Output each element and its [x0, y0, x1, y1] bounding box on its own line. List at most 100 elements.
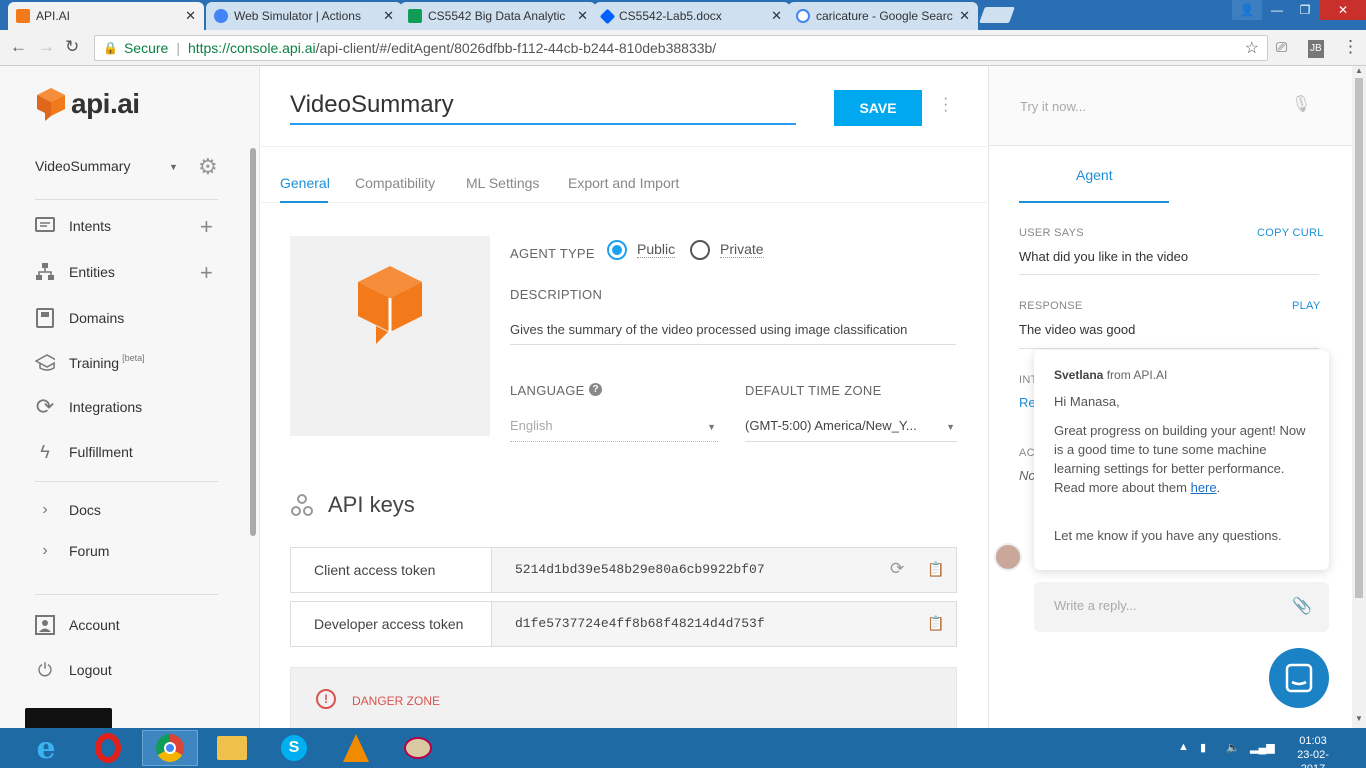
help-icon[interactable]: ? — [589, 383, 602, 396]
clock-time: 01:03 — [1299, 735, 1327, 747]
microphone-icon[interactable]: 🎙 — [1291, 94, 1311, 114]
chrome-icon[interactable] — [142, 730, 198, 766]
sidebar-scrollbar[interactable] — [250, 148, 256, 536]
tab-export-import[interactable]: Export and Import — [568, 175, 679, 191]
timezone-label: DEFAULT TIME ZONE — [745, 383, 882, 398]
browser-tab-sheets[interactable]: CS5542 Big Data Analytic ✕ — [400, 2, 596, 30]
skype-icon[interactable]: S — [266, 730, 322, 766]
chat-reply-input[interactable]: Write a reply... 📎 — [1034, 582, 1329, 632]
client-token-row: Client access token 5214d1bd39e548b29e80… — [290, 547, 957, 593]
gear-icon[interactable]: ⚙ — [198, 154, 218, 180]
chat-body-text: Great progress on building your agent! N… — [1054, 423, 1306, 495]
browser-tab-google-search[interactable]: caricature - Google Searc ✕ — [788, 2, 978, 30]
tab-label: CS5542 Big Data Analytic — [428, 9, 566, 23]
copy-clipboard-icon[interactable]: 📋 — [927, 561, 944, 578]
language-select[interactable]: English ▼ — [510, 418, 718, 442]
apiai-favicon-icon — [16, 9, 30, 23]
vlc-icon[interactable] — [328, 730, 384, 766]
agent-avatar-upload[interactable] — [290, 236, 490, 436]
browser-tab-dropbox[interactable]: CS5542-Lab5.docx ✕ — [594, 2, 790, 30]
close-tab-icon[interactable]: ✕ — [185, 8, 196, 24]
tab-compatibility[interactable]: Compatibility — [355, 175, 435, 191]
scroll-down-icon[interactable]: ▼ — [1355, 714, 1363, 723]
sidebar-item-logout[interactable]: ⏻ Logout — [35, 660, 112, 680]
ie-icon[interactable]: e — [18, 730, 74, 766]
new-tab-button[interactable] — [979, 7, 1015, 23]
reload-icon[interactable]: ↻ — [65, 38, 79, 56]
regenerate-icon[interactable]: ⟳ — [890, 559, 904, 579]
description-input[interactable]: Gives the summary of the video processed… — [510, 322, 956, 345]
save-button[interactable]: SAVE — [834, 90, 922, 126]
sidebar-item-domains[interactable]: Domains — [35, 308, 124, 328]
tab-ml-settings[interactable]: ML Settings — [466, 175, 539, 191]
more-options-icon[interactable]: · · · — [943, 91, 948, 119]
browser-tab-web-simulator[interactable]: Web Simulator | Actions ✕ — [206, 2, 402, 30]
chrome-menu-icon[interactable]: ⋮ — [1342, 38, 1359, 56]
restore-icon[interactable]: ❐ — [1290, 0, 1320, 20]
chat-launcher-button[interactable] — [1269, 648, 1329, 708]
volume-icon[interactable]: 🔈 — [1226, 741, 1240, 754]
battery-icon[interactable]: ▮ — [1200, 741, 1206, 754]
apiai-logo[interactable]: api.ai — [35, 86, 140, 122]
paint-icon[interactable] — [390, 730, 446, 766]
file-explorer-icon[interactable] — [204, 730, 260, 766]
reply-placeholder: Write a reply... — [1054, 598, 1137, 613]
cast-icon[interactable]: ⎚ — [1276, 38, 1287, 56]
sidebar-item-intents[interactable]: Intents — [35, 216, 111, 236]
forward-arrow-icon[interactable]: → — [38, 38, 55, 56]
add-entity-icon[interactable]: + — [200, 260, 213, 286]
try-it-placeholder: Try it now... — [1020, 99, 1086, 114]
sidebar: api.ai VideoSummary ▼ ⚙ Intents + Entiti… — [0, 66, 260, 728]
sidebar-item-forum[interactable]: › Forum — [35, 546, 109, 556]
page-scrollbar[interactable]: ▲ ▼ — [1352, 66, 1366, 728]
private-radio[interactable] — [690, 240, 710, 260]
close-tab-icon[interactable]: ✕ — [771, 8, 782, 24]
token-value[interactable]: 5214d1bd39e548b29e80a6cb9922bf07 — [492, 548, 956, 592]
scroll-thumb[interactable] — [1355, 78, 1363, 598]
profile-icon[interactable]: 👤 — [1232, 0, 1262, 20]
sidebar-item-fulfillment[interactable]: ϟ Fulfillment — [35, 442, 133, 462]
taskbar-clock[interactable]: 01:03 23-02-2017 — [1285, 734, 1341, 776]
token-value[interactable]: d1fe5737724e4ff8b68f48214d4d753f — [492, 602, 956, 646]
sidebar-item-docs[interactable]: › Docs — [35, 500, 101, 520]
paperclip-icon[interactable]: 📎 — [1292, 596, 1312, 616]
extension-jb-icon[interactable]: JB — [1308, 40, 1324, 58]
sidebar-item-entities[interactable]: Entities — [35, 262, 115, 282]
timezone-select[interactable]: (GMT-5:00) America/New_Y... ▼ — [745, 418, 957, 442]
private-radio-label[interactable]: Private — [720, 241, 764, 258]
copy-curl-link[interactable]: COPY CURL — [1257, 227, 1324, 239]
settings-tabs: General Compatibility ML Settings Export… — [261, 146, 987, 203]
sidebar-item-label: Domains — [69, 310, 125, 326]
try-it-input[interactable]: Try it now... 🎙 — [989, 66, 1353, 146]
public-radio[interactable] — [607, 240, 627, 260]
close-tab-icon[interactable]: ✕ — [577, 8, 588, 24]
minimize-icon[interactable]: — — [1262, 0, 1292, 20]
play-link[interactable]: PLAY — [1292, 300, 1321, 312]
chevron-down-icon[interactable]: ▼ — [169, 162, 178, 172]
close-tab-icon[interactable]: ✕ — [383, 8, 394, 24]
add-intent-icon[interactable]: + — [200, 214, 213, 240]
sidebar-item-account[interactable]: Account — [35, 615, 120, 635]
bookmark-star-icon[interactable]: ☆ — [1245, 38, 1259, 58]
tab-agent[interactable]: Agent — [1076, 167, 1113, 183]
developer-token-row: Developer access token d1fe5737724e4ff8b… — [290, 601, 957, 647]
back-arrow-icon[interactable]: ← — [10, 38, 27, 56]
sidebar-item-integrations[interactable]: ⟳ Integrations — [35, 394, 142, 419]
agent-name-input[interactable]: VideoSummary — [290, 91, 796, 125]
close-window-icon[interactable]: ✕ — [1320, 0, 1366, 20]
scroll-up-icon[interactable]: ▲ — [1355, 66, 1363, 75]
chat-here-link[interactable]: here — [1191, 480, 1217, 495]
tab-general[interactable]: General — [280, 175, 330, 191]
sidebar-item-training[interactable]: Training [beta] — [35, 353, 145, 373]
agent-selector[interactable]: VideoSummary — [35, 158, 130, 174]
public-radio-label[interactable]: Public — [637, 241, 676, 258]
network-icon[interactable]: ▂▄▆ — [1250, 741, 1275, 754]
close-tab-icon[interactable]: ✕ — [959, 8, 970, 24]
lightning-icon: ϟ — [40, 441, 50, 462]
tray-expand-icon[interactable]: ▲ — [1178, 741, 1189, 753]
browser-tab-apiai[interactable]: API.AI ✕ — [8, 2, 204, 30]
response-value: The video was good — [1019, 322, 1136, 337]
opera-icon[interactable] — [80, 730, 136, 766]
copy-clipboard-icon[interactable]: 📋 — [927, 615, 944, 632]
address-bar[interactable]: 🔒 Secure | https://console.api.ai /api-c… — [94, 35, 1268, 61]
